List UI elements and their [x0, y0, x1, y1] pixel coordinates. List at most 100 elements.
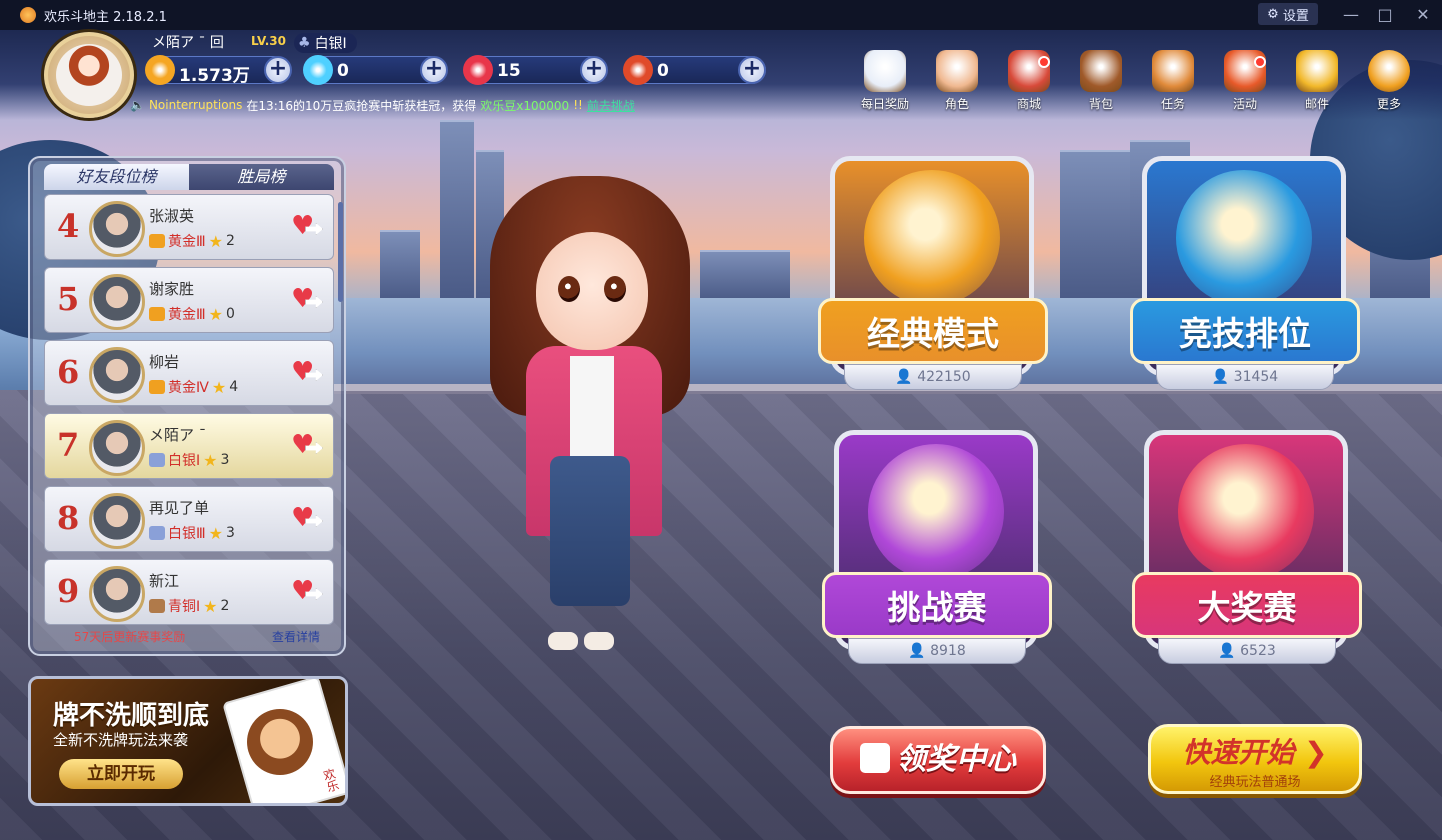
tier-label: 黄金Ⅲ	[168, 307, 206, 323]
view-details-link[interactable]: 查看详情	[272, 628, 320, 645]
friend-tier: 白银Ⅰ ★ 3	[149, 450, 229, 470]
leaderboard-row[interactable]: 6 柳岩 黄金Ⅳ ★ 4 ♥	[44, 340, 334, 406]
farmer-icon	[864, 170, 1000, 306]
avatar-image	[56, 44, 122, 106]
bean-icon	[145, 55, 175, 85]
speaker-icon: 🔈	[130, 98, 145, 112]
friend-name: 新江	[149, 572, 180, 590]
friend-avatar[interactable]	[89, 201, 145, 257]
nav-label: 角色	[944, 97, 969, 111]
send-heart-button[interactable]: ♥	[291, 213, 323, 241]
tier-icon	[149, 234, 165, 248]
announcement-player: Nointerruptions	[148, 98, 243, 112]
star-count: 4	[229, 379, 239, 395]
character-icon	[936, 50, 978, 92]
send-heart-button[interactable]: ♥	[291, 286, 323, 314]
nav-character[interactable]: 角色	[926, 50, 988, 116]
star-count: 2	[220, 598, 230, 614]
promo-banner[interactable]: 牌不洗顺到底 全新不洗牌玩法来袭 立即开玩 欢乐	[28, 676, 348, 806]
mode-star-card[interactable]: 竞技排位 👤 31454	[1130, 150, 1360, 400]
announcement-suffix: !!	[573, 98, 583, 112]
mode-title: 竞技排位	[1130, 298, 1360, 364]
friend-name: 柳岩	[149, 353, 180, 371]
add-coupons-button[interactable]: +	[738, 56, 766, 84]
online-count-value: 31454	[1233, 369, 1279, 385]
silver-rank-icon: ♣	[298, 35, 311, 51]
star-count: 3	[226, 525, 235, 541]
star-icon	[1176, 170, 1312, 306]
leaderboard-row[interactable]: 5 谢家胜 黄金Ⅲ ★ 0 ♥	[44, 267, 334, 333]
tab-win-rank[interactable]: 胜局榜	[189, 164, 334, 190]
leaderboard-row[interactable]: 7 メ陌ア ˉ 白银Ⅰ ★ 3 ♥	[44, 413, 334, 479]
character-face	[536, 232, 648, 350]
online-count: 👤 31454	[1156, 364, 1334, 390]
quick-start-label: 快速开始 ❯	[1151, 731, 1359, 771]
star-icon: ★	[208, 231, 223, 251]
nav-label: 活动	[1232, 97, 1257, 111]
tab-friend-rank[interactable]: 好友段位榜	[44, 164, 189, 190]
mode-present-card[interactable]: 大奖赛 👤 6523	[1132, 424, 1362, 674]
nav-gift[interactable]: 活动	[1214, 50, 1276, 116]
more-icon	[1368, 50, 1410, 92]
friend-avatar[interactable]	[89, 420, 145, 476]
send-heart-button[interactable]: ♥	[291, 578, 323, 606]
claim-center-button[interactable]: 领奖中心	[830, 726, 1046, 794]
rank-number: 5	[57, 280, 80, 318]
beans-value: 1.573万	[179, 66, 250, 86]
nav-shop[interactable]: 商城	[998, 50, 1060, 116]
settings-label: 设置	[1282, 8, 1309, 24]
friend-avatar[interactable]	[89, 347, 145, 403]
nav-calendar[interactable]: 每日奖励	[854, 50, 916, 116]
minimize-button[interactable]: —	[1340, 5, 1362, 25]
add-beans-button[interactable]: +	[264, 56, 292, 84]
mode-trophy-card[interactable]: 挑战赛 👤 8918	[822, 424, 1052, 674]
heart-icon	[463, 55, 493, 85]
person-icon: 👤	[1211, 369, 1230, 385]
nav-task[interactable]: 任务	[1142, 50, 1204, 116]
leaderboard-scrollbar[interactable]	[338, 202, 343, 302]
farmer-mascot-icon	[247, 709, 313, 775]
announcement-marquee: 🔈 Nointerruptions 在13:16的10万豆疯抢赛中斩获桂冠，获得…	[130, 96, 658, 114]
quick-start-button[interactable]: 快速开始 ❯ 经典玩法普通场	[1148, 724, 1362, 794]
send-heart-button[interactable]: ♥	[291, 505, 323, 533]
send-heart-button[interactable]: ♥	[291, 359, 323, 387]
mode-farmer-card[interactable]: 经典模式 👤 422150	[818, 150, 1048, 400]
send-heart-button[interactable]: ♥	[291, 432, 323, 460]
reward-update-note: 57天后更新赛事奖励	[74, 630, 186, 644]
person-icon: 👤	[908, 643, 926, 659]
friend-tier: 白银Ⅲ ★ 3	[149, 523, 235, 543]
player-rank-badge: ♣ 白银Ⅰ	[294, 33, 357, 53]
nav-more[interactable]: 更多	[1358, 50, 1420, 116]
friend-avatar[interactable]	[89, 274, 145, 330]
mode-title: 大奖赛	[1132, 572, 1362, 638]
leaderboard-list[interactable]: 4 张淑英 黄金Ⅲ ★ 2 ♥ 5 谢家胜 黄金Ⅲ ★ 0 ♥ 6 柳岩 黄金Ⅳ ★ 4 ♥ 7 メ陌ア ˉ 白银Ⅰ ★ 3…	[44, 194, 334, 626]
add-hearts-button[interactable]: +	[580, 56, 608, 84]
player-avatar[interactable]	[44, 32, 134, 118]
task-icon	[1152, 50, 1194, 92]
star-count: 2	[226, 233, 235, 249]
friend-avatar[interactable]	[89, 566, 145, 622]
player-character[interactable]	[490, 176, 690, 686]
online-count-value: 6523	[1240, 643, 1276, 659]
leaderboard-row[interactable]: 4 张淑英 黄金Ⅲ ★ 2 ♥	[44, 194, 334, 260]
add-diamonds-button[interactable]: +	[420, 56, 448, 84]
maximize-button[interactable]: □	[1374, 5, 1396, 25]
gift-icon	[860, 743, 890, 773]
leaderboard-row[interactable]: 8 再见了单 白银Ⅲ ★ 3 ♥	[44, 486, 334, 552]
announcement-link[interactable]: 前去挑战	[587, 97, 635, 114]
building	[700, 250, 790, 300]
coupons-value: 0	[657, 61, 669, 81]
nav-mail[interactable]: 邮件	[1286, 50, 1348, 116]
quick-start-text: 快速开始	[1182, 736, 1295, 769]
nav-backpack[interactable]: 背包	[1070, 50, 1132, 116]
leaderboard-row[interactable]: 9 新江 青铜Ⅰ ★ 2 ♥	[44, 559, 334, 625]
play-now-button[interactable]: 立即开玩	[59, 759, 183, 789]
close-button[interactable]: ✕	[1412, 5, 1434, 25]
friend-avatar[interactable]	[89, 493, 145, 549]
settings-button[interactable]: ⚙ 设置	[1258, 3, 1318, 25]
quick-start-subtitle: 经典玩法普通场	[1209, 775, 1301, 790]
rank-number: 7	[57, 426, 80, 464]
card-text: 欢乐	[320, 766, 341, 794]
online-count: 👤 422150	[844, 364, 1022, 390]
notification-dot	[1038, 56, 1050, 68]
